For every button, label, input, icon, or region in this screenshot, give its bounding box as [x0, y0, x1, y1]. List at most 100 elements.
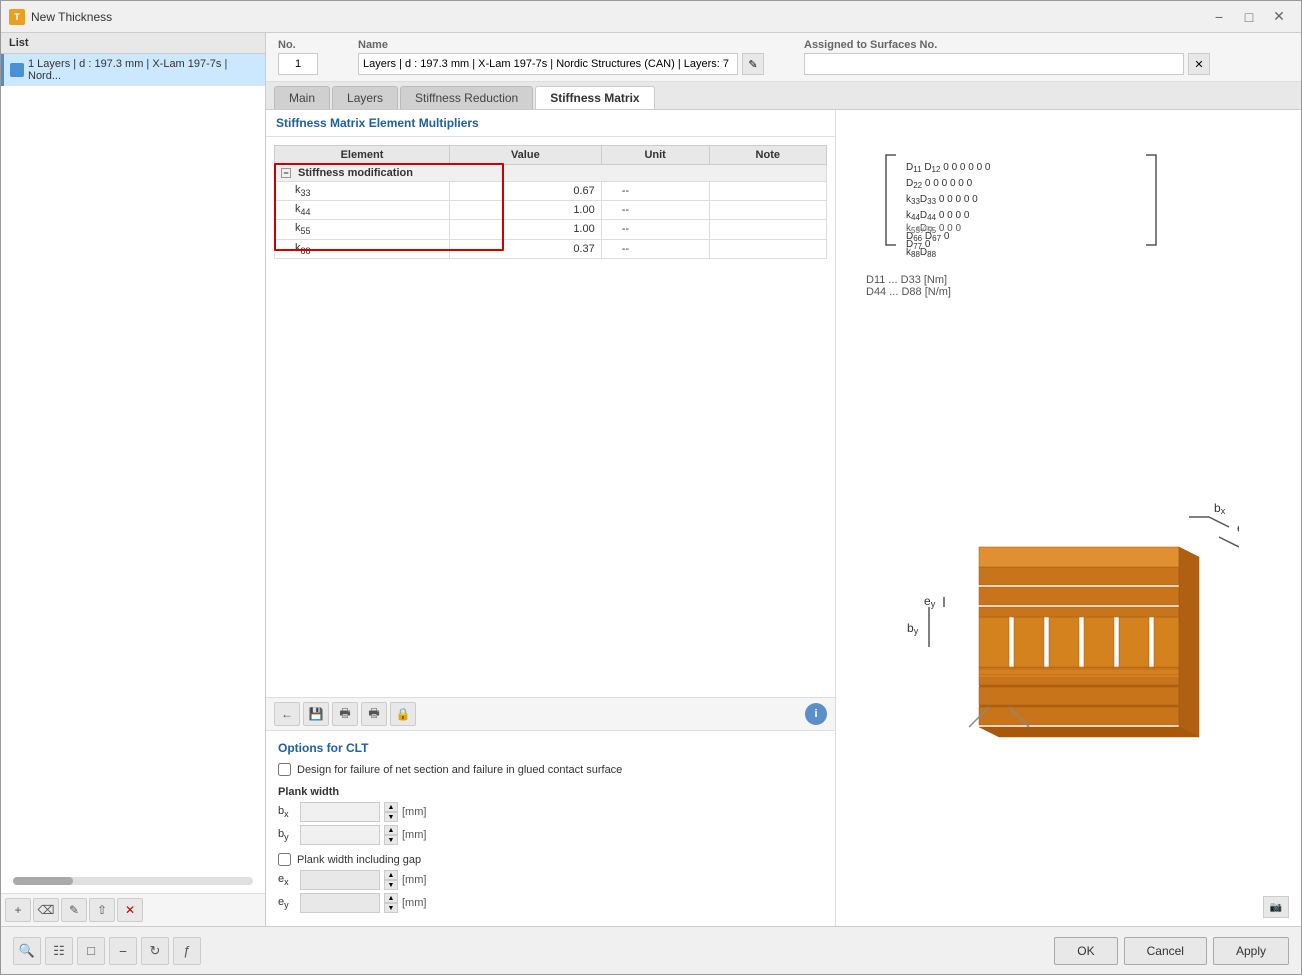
section-title: Stiffness Matrix Element Multipliers	[266, 110, 835, 137]
table-row[interactable]: k33 0.67 --	[275, 182, 827, 201]
clt-checkbox1-label: Design for failure of net section and fa…	[297, 764, 622, 776]
close-button[interactable]: ✕	[1265, 6, 1293, 28]
matrix-legend-line1: D11 ... D33 [Nm] D44 ... D88 [N/m]	[866, 274, 951, 298]
table-row[interactable]: k44 1.00 --	[275, 201, 827, 220]
ex-row: ex ▲ ▼ [mm]	[278, 870, 823, 890]
maximize-button[interactable]: □	[1235, 6, 1263, 28]
ey-spin-up[interactable]: ▲	[384, 893, 398, 903]
row-value[interactable]: 1.00	[449, 220, 601, 239]
row-value[interactable]: 0.37	[449, 239, 601, 258]
title-bar: T New Thickness − □ ✕	[1, 1, 1301, 33]
bx-row: bx ▲ ▼ [mm]	[278, 802, 823, 822]
list-header: List	[1, 33, 265, 54]
bx-spin-up[interactable]: ▲	[384, 802, 398, 812]
tab-stiffness-matrix[interactable]: Stiffness Matrix	[535, 86, 654, 109]
properties-button[interactable]: ⎯	[109, 937, 137, 965]
toolbar-save-button[interactable]: 💾	[303, 702, 329, 726]
toolbar-lock-button[interactable]: 🔒	[390, 702, 416, 726]
svg-text:D11 D12 0 0 0 0 0: D11 D12 0 0 0 0 0 0	[906, 162, 991, 174]
expand-icon[interactable]: −	[281, 168, 291, 178]
bottom-tools: 🔍 ☷ □ ⎯ ↻ ƒ	[13, 937, 1054, 965]
by-row: by ▲ ▼ [mm]	[278, 825, 823, 845]
svg-text:k88D88: k88D88	[906, 247, 937, 259]
row-value[interactable]: 1.00	[449, 201, 601, 220]
content-toolbar: ← 💾 🖶 🖶 🔒 i	[266, 697, 835, 730]
ok-button[interactable]: OK	[1054, 937, 1117, 965]
row-element: k44	[275, 201, 450, 220]
grid-button[interactable]: ☷	[45, 937, 73, 965]
svg-text:k44D44 0 0 0 0: k44D44 0 0 0 0	[906, 210, 970, 222]
surfaces-input[interactable]	[804, 53, 1184, 75]
legend-d11-d33: D11 ... D33 [Nm]	[866, 274, 951, 286]
cancel-button[interactable]: Cancel	[1124, 937, 1207, 965]
list-item[interactable]: 1 Layers | d : 197.3 mm | X-Lam 197-7s |…	[1, 54, 265, 86]
list-move-button[interactable]: ⇧	[89, 898, 115, 922]
name-label: Name	[358, 39, 764, 51]
no-field: No.	[278, 39, 318, 75]
table-wrapper: Element Value Unit Note −	[274, 145, 827, 259]
search-button[interactable]: 🔍	[13, 937, 41, 965]
ey-spinner: ▲ ▼	[384, 893, 398, 913]
row-unit: --	[601, 239, 709, 258]
list-new-button[interactable]: +	[5, 898, 31, 922]
ey-input[interactable]	[300, 893, 380, 913]
toolbar-undo-button[interactable]: ←	[274, 702, 300, 726]
plank-gap-checkbox[interactable]	[278, 853, 291, 866]
dialog-header: No. Name ✎ Assigned to Surfaces No. ✕	[266, 33, 1301, 82]
list-rename-button[interactable]: ✎	[61, 898, 87, 922]
function-button[interactable]: ƒ	[173, 937, 201, 965]
list-copy-button[interactable]: ⌫	[33, 898, 59, 922]
app-icon: T	[9, 9, 25, 25]
plank-width-title: Plank width	[278, 786, 823, 798]
ex-spin-down[interactable]: ▼	[384, 880, 398, 890]
ey-unit: [mm]	[402, 897, 426, 909]
list-scrollbar[interactable]	[13, 877, 253, 885]
toolbar-print2-button[interactable]: 🖶	[361, 702, 387, 726]
matrix-svg: D11 D12 0 0 0 0 0 0 D22 0 0 0 0 0 0 k33D…	[866, 140, 1166, 260]
svg-text:D22 0 0 0 0 0: D22 0 0 0 0 0 0	[906, 178, 973, 190]
select-button[interactable]: □	[77, 937, 105, 965]
svg-text:bx: bx	[1214, 501, 1226, 516]
tab-main[interactable]: Main	[274, 86, 330, 109]
tab-bar: Main Layers Stiffness Reduction Stiffnes…	[266, 82, 1301, 110]
bx-input[interactable]	[300, 802, 380, 822]
table-row[interactable]: k88 0.37 --	[275, 239, 827, 258]
list-scrollbar-thumb	[13, 877, 73, 885]
clt-3d-area: bx ex by ey	[856, 308, 1281, 906]
name-edit-button[interactable]: ✎	[742, 53, 764, 75]
row-element: k55	[275, 220, 450, 239]
tab-layers[interactable]: Layers	[332, 86, 398, 109]
ey-label: ey	[278, 896, 296, 910]
name-input[interactable]	[358, 53, 738, 75]
ey-spin-down[interactable]: ▼	[384, 903, 398, 913]
minimize-button[interactable]: −	[1205, 6, 1233, 28]
ex-input[interactable]	[300, 870, 380, 890]
row-value[interactable]: 0.67	[449, 182, 601, 201]
by-spin-down[interactable]: ▼	[384, 835, 398, 845]
ex-spin-up[interactable]: ▲	[384, 870, 398, 880]
row-element: k33	[275, 182, 450, 201]
screenshot-button[interactable]: 📷	[1263, 896, 1289, 918]
apply-button[interactable]: Apply	[1213, 937, 1289, 965]
svg-text:ex: ex	[1237, 521, 1239, 536]
svg-text:by: by	[907, 621, 919, 636]
table-row[interactable]: k55 1.00 --	[275, 220, 827, 239]
table-container: Element Value Unit Note −	[266, 137, 835, 697]
info-icon[interactable]: i	[805, 703, 827, 725]
list-delete-button[interactable]: ✕	[117, 898, 143, 922]
refresh-button[interactable]: ↻	[141, 937, 169, 965]
bx-spin-down[interactable]: ▼	[384, 812, 398, 822]
preview-panel: D11 D12 0 0 0 0 0 0 D22 0 0 0 0 0 0 k33D…	[836, 110, 1301, 926]
surfaces-input-row: ✕	[804, 53, 1210, 75]
col-note: Note	[709, 146, 826, 165]
dialog-body: Stiffness Matrix Element Multipliers Ele…	[266, 110, 1301, 926]
tab-stiffness-reduction[interactable]: Stiffness Reduction	[400, 86, 533, 109]
ex-unit: [mm]	[402, 874, 426, 886]
toolbar-print-button[interactable]: 🖶	[332, 702, 358, 726]
clt-checkbox1[interactable]	[278, 763, 291, 776]
by-spin-up[interactable]: ▲	[384, 825, 398, 835]
by-input[interactable]	[300, 825, 380, 845]
no-input[interactable]	[278, 53, 318, 75]
surfaces-pick-button[interactable]: ✕	[1188, 53, 1210, 75]
clt-checkbox1-row: Design for failure of net section and fa…	[278, 763, 823, 776]
